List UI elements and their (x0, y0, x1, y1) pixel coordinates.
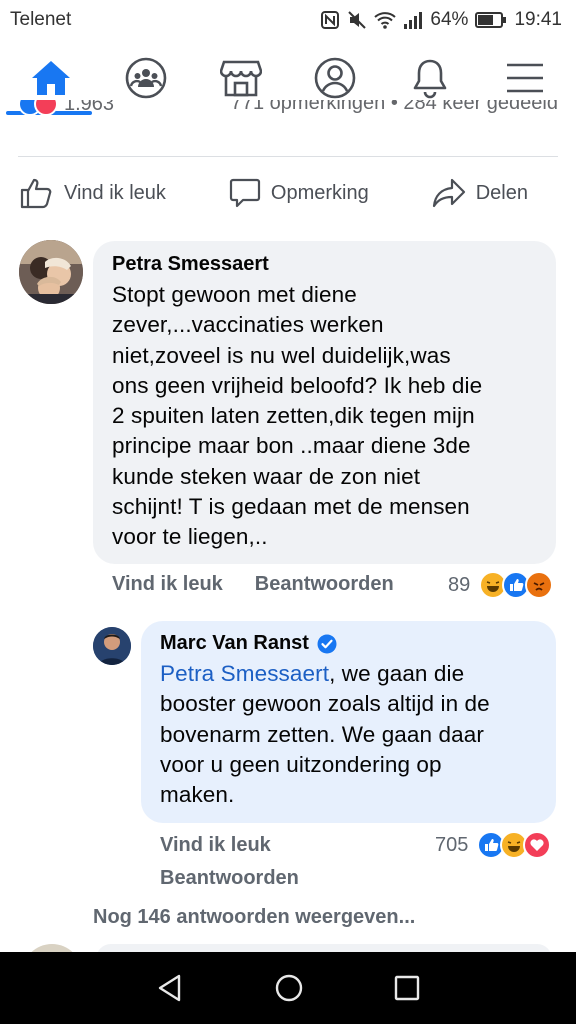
comment-line: niet,zoveel is nu wel duidelijk,was (112, 342, 451, 368)
comment-button-label: Opmerking (270, 181, 369, 204)
comment-line: Stopt gewoon met diene (112, 282, 357, 307)
divider (18, 156, 558, 157)
comment-button[interactable]: Opmerking (229, 177, 369, 209)
comment-author[interactable]: Petra Smessaert (112, 253, 538, 276)
marc-avatar-image (93, 627, 131, 665)
mute-icon (347, 10, 367, 30)
reply-bubble[interactable]: Marc Van Ranst Petra Smessaert, we gaan … (141, 621, 556, 823)
like-button[interactable]: Vind ik leuk (20, 177, 166, 209)
hamburger-menu-icon (506, 63, 543, 93)
wifi-icon (374, 11, 397, 29)
reaction-summary-left[interactable]: 1.963 (18, 100, 114, 116)
comment-icon (229, 178, 261, 208)
home-icon (32, 61, 71, 95)
home-circle-icon[interactable] (274, 973, 304, 1003)
comment-meta: Vind ik leuk Beantwoorden (112, 573, 394, 596)
comment-line: 2 spuiten laten zetten,dik tegen mijn (112, 403, 475, 429)
profile-icon (314, 57, 356, 99)
comment-line: voor te liegen,.. (112, 524, 268, 550)
verified-badge-icon (317, 634, 337, 653)
reply-line-rest: , we gaan die (329, 661, 465, 686)
comment-text: Stopt gewoon met diene zever,...vaccinat… (112, 280, 538, 553)
battery-percentage: 64% (430, 9, 469, 30)
groups-icon (125, 57, 167, 99)
post-reaction-count: 1.963 (64, 100, 115, 115)
marketplace-icon (219, 60, 262, 97)
signal-icon (403, 11, 423, 29)
reply-like-link[interactable]: Vind ik leuk (160, 834, 271, 857)
back-icon[interactable] (155, 973, 185, 1003)
comment-reaction-icons (479, 571, 554, 599)
reply-line: voor u geen uitzondering op (160, 751, 442, 777)
reply-line: booster gewoon zoals altijd in de (160, 691, 490, 717)
status-bar: Telenet 64% 19:41 (0, 0, 576, 40)
comment-reply-link[interactable]: Beantwoorden (255, 573, 394, 596)
reply-text: Petra Smessaert, we gaan die booster gew… (160, 659, 542, 810)
avatar[interactable] (93, 627, 131, 665)
battery-icon (475, 11, 507, 29)
status-indicators: 64% 19:41 (320, 9, 562, 31)
share-icon (432, 178, 465, 208)
share-button[interactable]: Delen (432, 177, 528, 209)
love-reaction-icon (523, 831, 552, 859)
like-button-label: Vind ik leuk (64, 181, 166, 204)
reply-author-name: Marc Van Ranst (160, 632, 309, 654)
reply-reaction-icons (477, 831, 552, 859)
reply-line: bovenarm zetten. We gaan daar (160, 721, 484, 747)
reply-author[interactable]: Marc Van Ranst (160, 632, 542, 655)
comment-reaction-count: 89 (448, 573, 471, 596)
reply-line: maken. (160, 782, 235, 808)
reply-reply-label: Beantwoorden (160, 867, 299, 889)
love-reaction-icon (34, 100, 58, 116)
comment-line: kunde steken waar de zon niet (112, 463, 421, 489)
mention-link[interactable]: Petra Smessaert (160, 661, 329, 686)
reply-reaction-count: 705 (435, 833, 469, 856)
comment-line: schijnt! T is gedaan met de mensen (112, 494, 470, 520)
comment-like-link[interactable]: Vind ik leuk (112, 573, 223, 596)
angry-reaction-icon (525, 571, 554, 599)
comment-line: principe maar bon ..maar diene 3de (112, 433, 471, 459)
comments-shares-count[interactable]: 771 opmerkingen • 284 keer gedeeld (231, 100, 558, 116)
view-more-replies-link[interactable]: Nog 146 antwoorden weergeven... (93, 906, 415, 929)
nfc-icon (320, 10, 340, 30)
reply-reply-link[interactable]: Beantwoorden (160, 867, 299, 890)
comment-bubble[interactable]: Petra Smessaert Stopt gewoon met diene z… (93, 241, 556, 564)
share-button-label: Delen (475, 181, 528, 204)
avatar[interactable] (19, 240, 83, 304)
post-reaction-summary: 1.963 771 opmerkingen • 284 keer gedeeld (0, 100, 576, 140)
comment-line: zever,...vaccinaties werken (112, 312, 384, 338)
post-action-row: Vind ik leuk Opmerking Delen (0, 166, 576, 220)
thumbs-up-icon (20, 178, 52, 209)
petra-avatar-image (19, 240, 83, 304)
comment-reactions[interactable]: 89 (448, 571, 554, 599)
carrier-name: Telenet (10, 9, 72, 30)
reply-reactions[interactable]: 705 (435, 831, 552, 859)
android-navigation-bar (0, 952, 576, 1024)
comment-line: ons geen vrijheid beloofd? Ik heb die (112, 372, 483, 398)
recents-icon[interactable] (393, 974, 421, 1002)
comment-author-name: Petra Smessaert (112, 253, 269, 275)
bell-icon (413, 59, 447, 99)
reply-line: Petra Smessaert, we gaan die (160, 659, 542, 689)
reply-like-label: Vind ik leuk (160, 834, 271, 856)
clock: 19:41 (514, 9, 562, 30)
